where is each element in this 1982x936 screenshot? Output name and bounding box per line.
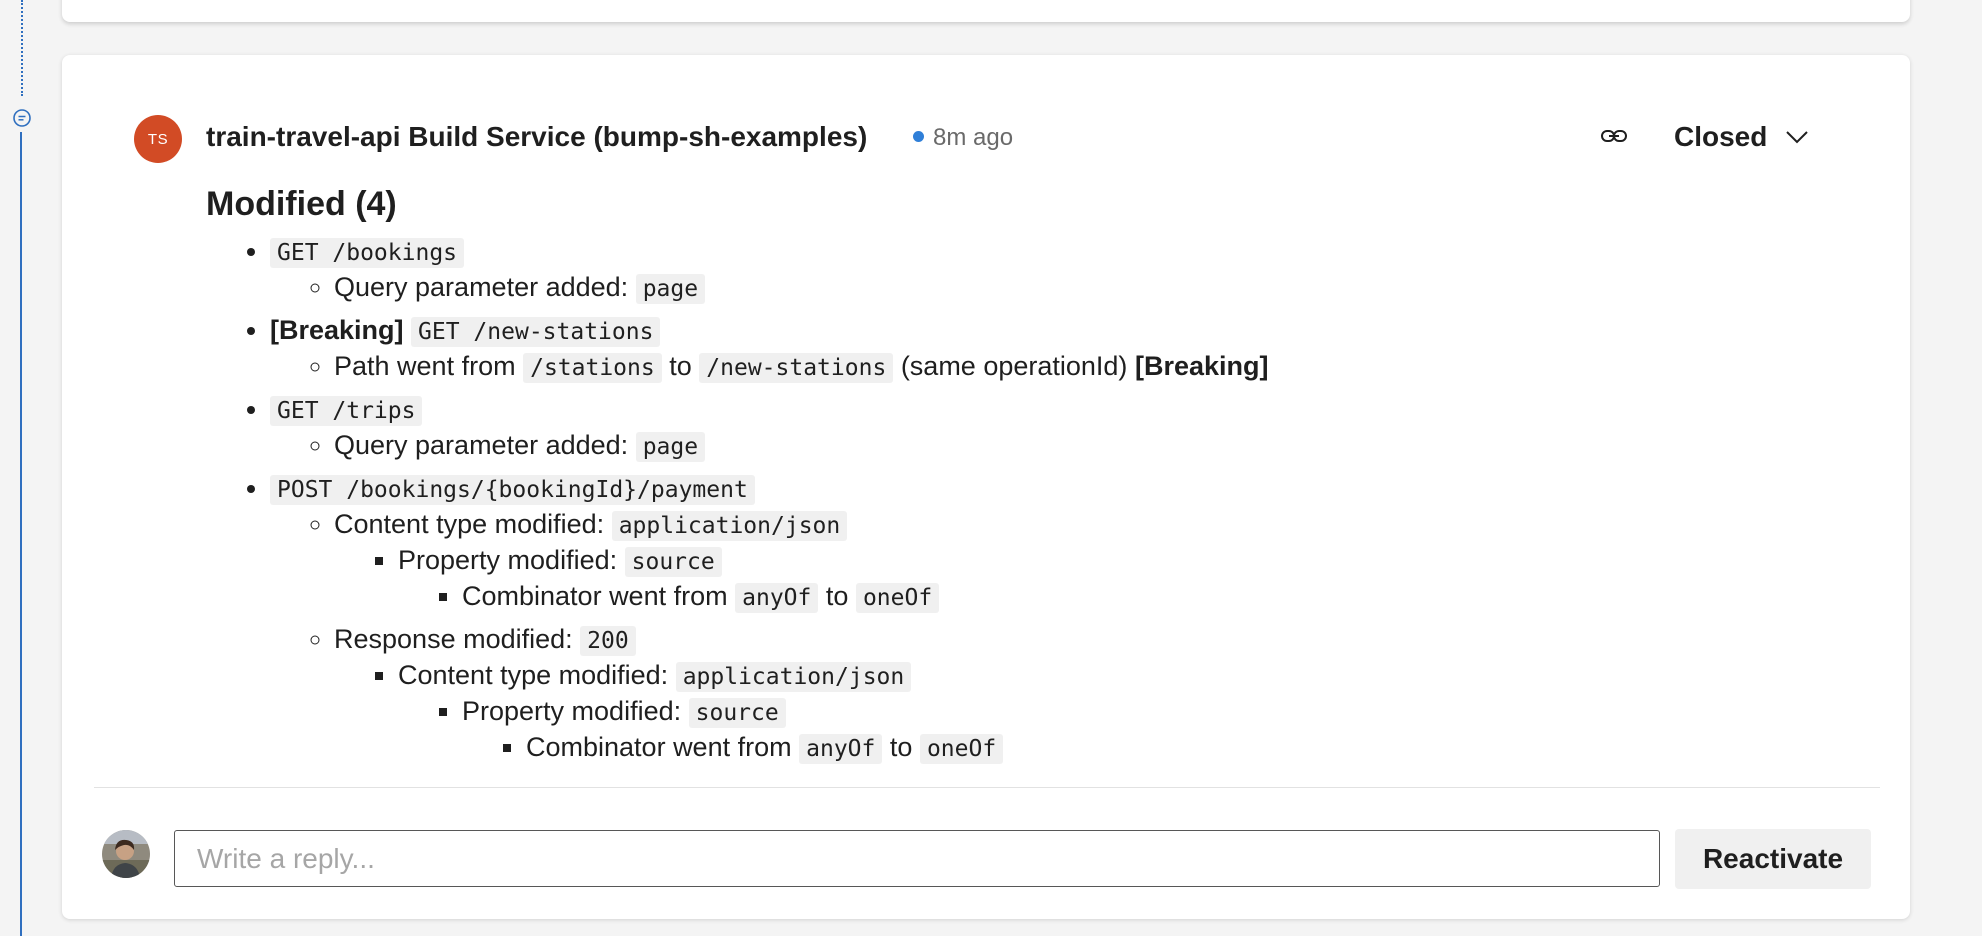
endpoint-code: POST /bookings/{bookingId}/payment xyxy=(270,475,755,505)
chevron-down-icon xyxy=(1786,131,1809,144)
detail-code: application/json xyxy=(611,511,848,541)
detail-code: /stations xyxy=(523,353,662,383)
endpoint-code: GET /bookings xyxy=(270,238,465,268)
endpoint-code: GET /new-stations xyxy=(411,317,661,347)
change-detail: Property modified: source Combinator wen… xyxy=(398,543,1806,615)
endpoint-code: GET /trips xyxy=(270,396,423,426)
comment-thread-card: TS train-travel-api Build Service (bump-… xyxy=(62,55,1910,919)
change-detail: Query parameter added: page xyxy=(334,428,1806,464)
detail-code: source xyxy=(624,547,722,577)
detail-code: oneOf xyxy=(919,734,1004,764)
change-detail: Path went from /stations to /new-station… xyxy=(334,349,1806,385)
detail-text: Path went from xyxy=(334,351,516,381)
timestamp: 8m ago xyxy=(933,124,1014,151)
timeline-line xyxy=(20,132,22,936)
timeline-dotted-line xyxy=(21,0,23,96)
breaking-tag: [Breaking] xyxy=(270,315,404,345)
detail-code: anyOf xyxy=(735,583,819,613)
divider xyxy=(94,787,1880,788)
detail-text: to xyxy=(889,732,913,762)
link-icon xyxy=(1601,130,1627,142)
change-detail: Combinator went from anyOf to oneOf xyxy=(462,579,1806,615)
changes-list: GET /bookings Query parameter added: pag… xyxy=(206,234,1806,766)
detail-text: (same operationId) xyxy=(900,351,1128,381)
reply-input[interactable] xyxy=(174,830,1660,887)
detail-code: 200 xyxy=(580,626,636,656)
change-item: POST /bookings/{bookingId}/payment Conte… xyxy=(270,471,1806,766)
change-detail: Content type modified: application/json … xyxy=(398,658,1806,766)
copy-link-button[interactable] xyxy=(1597,121,1631,151)
change-detail: Query parameter added: page xyxy=(334,270,1806,306)
change-detail: Response modified: 200 Content type modi… xyxy=(334,622,1806,766)
change-item: GET /trips Query parameter added: page xyxy=(270,392,1806,464)
change-detail: Combinator went from anyOf to oneOf xyxy=(526,730,1806,766)
previous-comment-card xyxy=(62,0,1910,22)
detail-text: to xyxy=(825,581,849,611)
change-item: GET /bookings Query parameter added: pag… xyxy=(270,234,1806,306)
detail-text: Combinator went from xyxy=(462,581,728,611)
detail-text: Content type modified: xyxy=(398,660,669,690)
detail-text: Content type modified: xyxy=(334,509,605,539)
detail-text: Response modified: xyxy=(334,624,573,654)
change-detail: Content type modified: application/json … xyxy=(334,507,1806,615)
status-label: Closed xyxy=(1674,121,1768,152)
detail-code: page xyxy=(635,432,706,462)
detail-text: Property modified: xyxy=(398,545,618,575)
comment-body: Modified (4) GET /bookings Query paramet… xyxy=(206,185,1806,773)
detail-code: oneOf xyxy=(855,583,940,613)
reactivate-button[interactable]: Reactivate xyxy=(1675,829,1871,889)
detail-code: /new-stations xyxy=(699,353,894,383)
breaking-tag: [Breaking] xyxy=(1134,351,1269,381)
detail-code: application/json xyxy=(675,662,912,692)
detail-code: anyOf xyxy=(799,734,883,764)
author-name: train-travel-api Build Service (bump-sh-… xyxy=(206,121,868,152)
change-detail: Property modified: source Combinator wen… xyxy=(462,694,1806,766)
detail-text: Query parameter added: xyxy=(334,430,629,460)
comment-icon xyxy=(11,107,33,129)
current-user-avatar xyxy=(102,830,150,878)
author-avatar: TS xyxy=(134,115,182,163)
change-item: [Breaking] GET /new-stations Path went f… xyxy=(270,313,1806,385)
detail-code: source xyxy=(688,698,786,728)
changes-heading: Modified (4) xyxy=(206,185,397,223)
detail-text: Combinator went from xyxy=(526,732,792,762)
unread-dot xyxy=(913,131,924,142)
detail-code: page xyxy=(635,274,706,304)
detail-text: Query parameter added: xyxy=(334,272,629,302)
detail-text: to xyxy=(669,351,692,381)
status-dropdown[interactable]: Closed xyxy=(1674,117,1809,157)
detail-text: Property modified: xyxy=(462,696,682,726)
